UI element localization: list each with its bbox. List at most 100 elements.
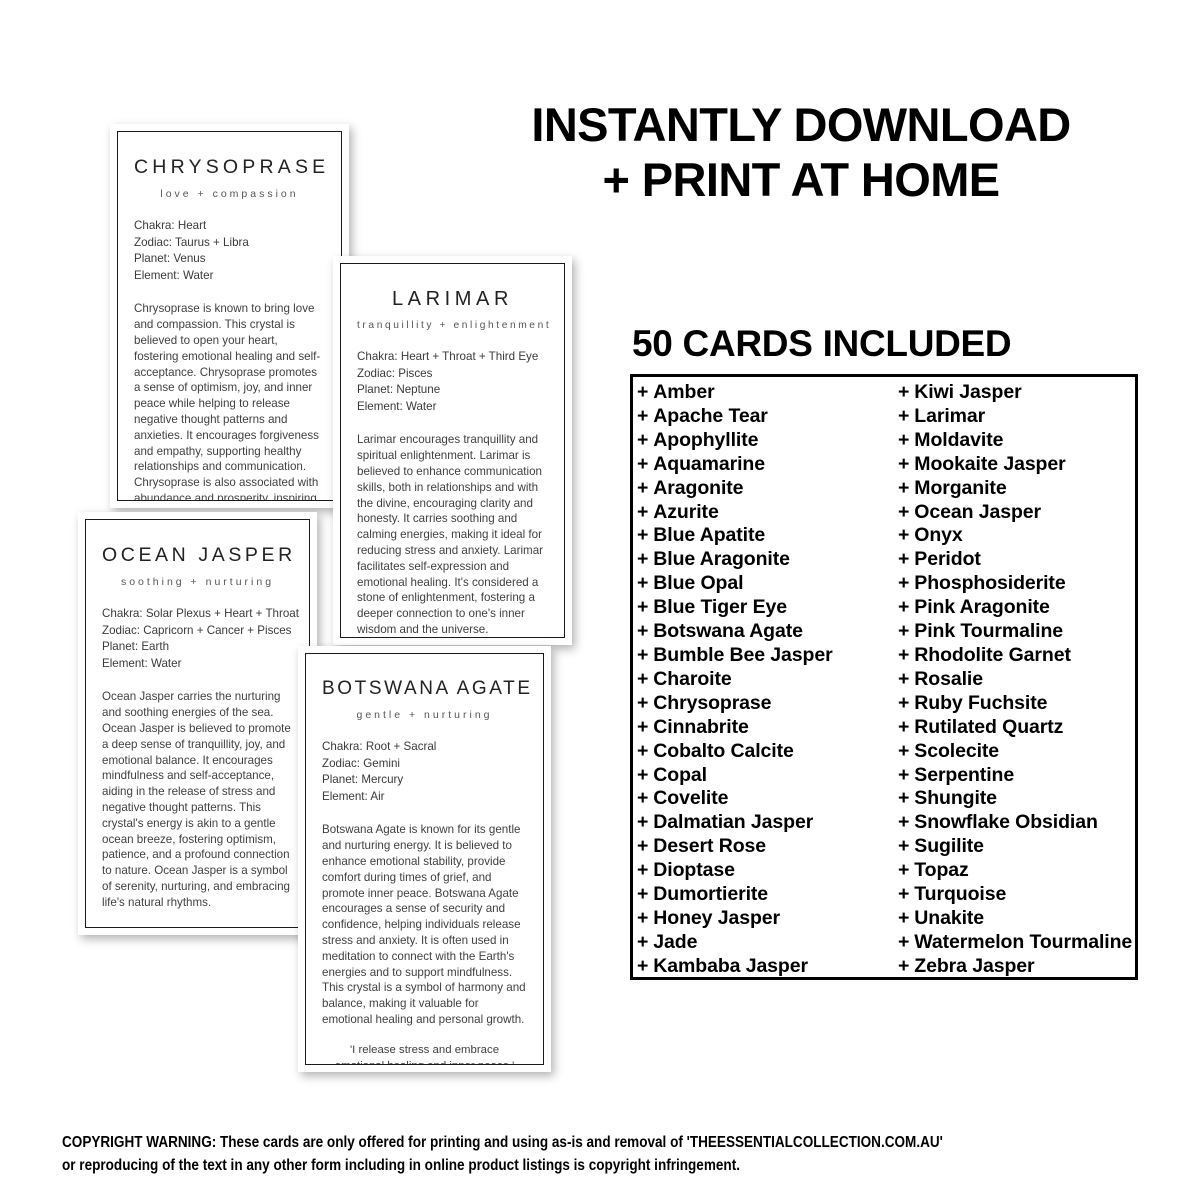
- crystal-name: Azurite: [653, 500, 719, 523]
- crystal-name: Blue Apatite: [653, 524, 766, 547]
- card-inner-border: BOTSWANA AGATE gentle + nurturing Chakra…: [305, 653, 544, 1065]
- plus-icon: +: [898, 452, 910, 475]
- crystal-name: Apophyllite: [653, 428, 759, 451]
- crystal-list-column-left: + Amber + Apache Tear + Apophyllite + Aquamarin…: [637, 381, 885, 977]
- plus-icon: +: [898, 763, 910, 786]
- plus-icon: +: [637, 715, 649, 738]
- card-affirmation: 'I embrace joy, balance, and a deep conn…: [102, 926, 293, 928]
- card-chakra: Chakra: Solar Plexus + Heart + Throat: [102, 607, 299, 620]
- plus-icon: +: [898, 476, 910, 499]
- plus-icon: +: [898, 715, 910, 738]
- crystal-list-item: + Kiwi Jasper: [898, 381, 1133, 405]
- crystal-name: Blue Aragonite: [653, 548, 790, 571]
- crystal-list-item: + Rutilated Quartz: [898, 716, 1133, 740]
- crystal-list-item: + Moldavite: [898, 429, 1133, 453]
- crystal-name: Kambaba Jasper: [653, 954, 808, 977]
- plus-icon: +: [898, 835, 910, 858]
- crystal-name: Sugilite: [914, 835, 984, 858]
- card-title: BOTSWANA AGATE: [322, 678, 533, 699]
- plus-icon: +: [898, 500, 910, 523]
- crystal-name: Rhodolite Garnet: [914, 643, 1071, 666]
- plus-icon: +: [898, 954, 910, 977]
- plus-icon: +: [637, 835, 649, 858]
- crystal-name: Pink Tourmaline: [914, 620, 1064, 643]
- crystal-name: Turquoise: [914, 883, 1007, 906]
- plus-icon: +: [898, 643, 910, 666]
- card-zodiac: Zodiac: Capricorn + Cancer + Pisces: [102, 623, 292, 637]
- plus-icon: +: [637, 691, 649, 714]
- crystal-name: Jade: [653, 930, 698, 953]
- card-chakra: Chakra: Heart: [134, 219, 207, 232]
- plus-icon: +: [637, 954, 649, 977]
- plus-icon: +: [898, 787, 910, 810]
- plus-icon: +: [637, 381, 649, 403]
- plus-icon: +: [898, 691, 910, 714]
- card-attributes: Chakra: Heart + Throat + Third Eye Zodia…: [357, 349, 548, 415]
- crystal-list-item: + Bumble Bee Jasper: [637, 644, 885, 668]
- plus-icon: +: [637, 596, 649, 619]
- crystal-name: Topaz: [914, 859, 969, 882]
- card-zodiac: Zodiac: Pisces: [357, 366, 433, 380]
- crystal-name: Dumortierite: [653, 883, 769, 906]
- plus-icon: +: [898, 596, 910, 619]
- crystal-list-item: + Ruby Fuchsite: [898, 692, 1133, 716]
- crystal-list-item: + Aragonite: [637, 477, 885, 501]
- crystal-list-item: + Shungite: [898, 787, 1133, 811]
- crystal-name: Kiwi Jasper: [914, 381, 1022, 403]
- crystal-list-item: + Pink Tourmaline: [898, 620, 1133, 644]
- plus-icon: +: [898, 859, 910, 882]
- crystal-list-item: + Desert Rose: [637, 835, 885, 859]
- crystal-list-item: + Charoite: [637, 668, 885, 692]
- crystal-list-item: + Dumortierite: [637, 883, 885, 907]
- plus-icon: +: [637, 739, 649, 762]
- card-planet: Planet: Neptune: [357, 383, 441, 397]
- plus-icon: +: [898, 524, 910, 547]
- crystal-list-item: + Copal: [637, 764, 885, 788]
- crystal-name: Covelite: [653, 787, 729, 810]
- crystal-list-item: + Blue Tiger Eye: [637, 596, 885, 620]
- plus-icon: +: [637, 476, 649, 499]
- crystal-list-item: + Watermelon Tourmaline: [898, 931, 1133, 955]
- crystal-name: Onyx: [914, 524, 963, 547]
- card-inner-border: CHRYSOPRASE love + compassion Chakra: He…: [117, 131, 342, 501]
- crystal-list-item: + Mookaite Jasper: [898, 453, 1133, 477]
- card-subtitle: gentle + nurturing: [356, 709, 493, 721]
- headline-line-1: INSTANTLY DOWNLOAD: [531, 98, 1071, 151]
- crystal-list-item: + Turquoise: [898, 883, 1133, 907]
- card-planet: Planet: Mercury: [322, 773, 404, 787]
- card-inner-border: LARIMAR tranquillity + enlightenment Cha…: [340, 263, 565, 638]
- crystal-name: Desert Rose: [653, 835, 766, 858]
- crystal-list-item: + Sugilite: [898, 835, 1133, 859]
- cards-included-heading: 50 CARDS INCLUDED: [632, 323, 1012, 364]
- crystal-name: Mookaite Jasper: [914, 452, 1066, 475]
- plus-icon: +: [637, 906, 649, 929]
- card-description: Larimar encourages tranquillity and spir…: [357, 433, 544, 637]
- crystal-name: Dalmatian Jasper: [653, 811, 814, 834]
- plus-icon: +: [898, 572, 910, 595]
- plus-icon: +: [898, 404, 910, 427]
- crystal-list-item: + Morganite: [898, 477, 1133, 501]
- card-planet: Planet: Earth: [102, 640, 170, 654]
- card-element: Element: Air: [322, 789, 385, 803]
- copyright-line-2: or reproducing of the text in any other …: [62, 1157, 740, 1175]
- crystal-list-item: + Cinnabrite: [637, 716, 885, 740]
- crystal-name: Botswana Agate: [653, 620, 803, 643]
- crystal-name: Ruby Fuchsite: [914, 691, 1048, 714]
- plus-icon: +: [637, 428, 649, 451]
- crystal-list-item: + Aquamarine: [637, 453, 885, 477]
- copyright-warning: COPYRIGHT WARNING: These cards are only …: [62, 1131, 1017, 1178]
- crystal-name: Aquamarine: [653, 452, 765, 475]
- crystal-list-item: + Serpentine: [898, 764, 1133, 788]
- plus-icon: +: [637, 404, 649, 427]
- card-chakra: Chakra: Root + Sacral: [322, 740, 437, 753]
- product-listing-canvas: CHRYSOPRASE love + compassion Chakra: He…: [0, 0, 1200, 1200]
- plus-icon: +: [637, 787, 649, 810]
- crystal-list-item: + Unakite: [898, 907, 1133, 931]
- crystal-list-item: + Covelite: [637, 787, 885, 811]
- card-description: Ocean Jasper carries the nurturing and s…: [102, 690, 291, 909]
- card-attributes: Chakra: Heart Zodiac: Taurus + Libra Pla…: [134, 218, 325, 284]
- crystal-name: Moldavite: [914, 428, 1004, 451]
- card-attributes: Chakra: Root + Sacral Zodiac: Gemini Pla…: [322, 739, 527, 805]
- crystal-list-item: + Pink Aragonite: [898, 596, 1133, 620]
- plus-icon: +: [637, 452, 649, 475]
